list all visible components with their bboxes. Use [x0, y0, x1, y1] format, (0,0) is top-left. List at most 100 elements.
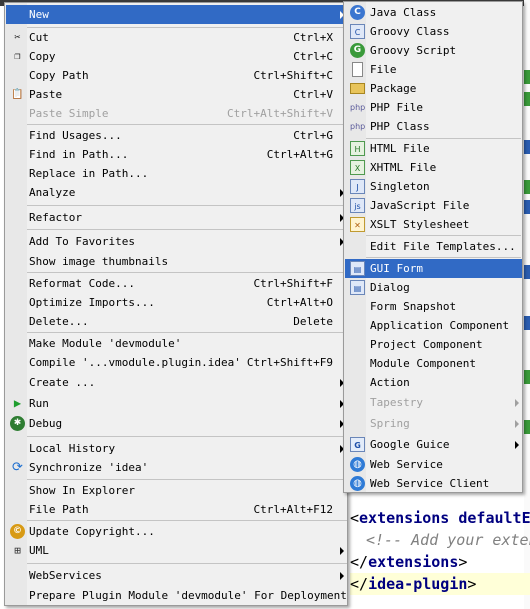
- menu-item-run[interactable]: ▶ Run: [6, 394, 347, 413]
- code-close: >: [467, 575, 477, 593]
- menu-item-create[interactable]: Create ...: [6, 373, 347, 392]
- menu-item-analyze[interactable]: Analyze: [6, 183, 347, 202]
- code-tag: idea-plugin: [368, 575, 468, 593]
- submenu-item-groovy-class[interactable]: C Groovy Class: [345, 22, 522, 41]
- menu-item-optimize-imports[interactable]: Optimize Imports... Ctrl+Alt+O: [6, 293, 347, 312]
- menu-separator: [27, 332, 347, 333]
- menu-item-label: Prepare Plugin Module 'devmodule' For De…: [29, 589, 347, 602]
- menu-item-copy[interactable]: ❐ Copy Ctrl+C: [6, 47, 347, 66]
- menu-item-label: WebServices: [29, 569, 102, 582]
- submenu-item-javascript-file[interactable]: js JavaScript File: [345, 196, 522, 215]
- code-comment: <!-- Add your extensi: [366, 531, 530, 549]
- menu-item-label: Local History: [29, 442, 116, 455]
- menu-separator: [27, 479, 347, 480]
- submenu-item-xslt-stylesheet[interactable]: ✕ XSLT Stylesheet: [345, 215, 522, 234]
- submenu-item-html-file[interactable]: H HTML File: [345, 139, 522, 158]
- submenu-item-spring[interactable]: Spring: [345, 414, 522, 433]
- change-marker: [524, 316, 530, 330]
- menu-item-label: Copy: [29, 50, 56, 63]
- submenu-item-web-service-client[interactable]: ◍ Web Service Client: [345, 474, 522, 493]
- submenu-item-singleton[interactable]: J Singleton: [345, 177, 522, 196]
- menu-separator: [27, 520, 347, 521]
- gui-form-icon: ▤: [350, 261, 365, 276]
- menu-item-new[interactable]: New: [6, 5, 347, 24]
- menu-item-label: Synchronize 'idea': [29, 461, 149, 474]
- menu-item-copy-path[interactable]: Copy Path Ctrl+Shift+C: [6, 66, 347, 85]
- menu-item-label: File: [370, 63, 397, 76]
- xslt-icon: ✕: [350, 217, 365, 232]
- php-class-icon: php: [350, 122, 366, 131]
- menu-item-delete[interactable]: Delete... Delete: [6, 312, 347, 331]
- menu-item-label: Groovy Script: [370, 44, 457, 57]
- scissors-icon: ✂: [14, 32, 21, 43]
- submenu-item-action[interactable]: Action: [345, 373, 522, 392]
- menu-item-show-in-explorer[interactable]: Show In Explorer: [6, 481, 347, 500]
- submenu-item-package[interactable]: Package: [345, 79, 522, 98]
- submenu-item-application-component[interactable]: Application Component: [345, 316, 522, 335]
- menu-item-label: Cut: [29, 31, 49, 44]
- xhtml-file-icon: X: [350, 160, 365, 175]
- groovy-script-icon: G: [350, 43, 365, 58]
- menu-item-label: Singleton: [370, 180, 430, 193]
- submenu-item-groovy-script[interactable]: G Groovy Script: [345, 41, 522, 60]
- menu-item-label: HTML File: [370, 142, 430, 155]
- menu-item-shortcut: Delete: [293, 315, 333, 328]
- menu-item-file-path[interactable]: File Path Ctrl+Alt+F12: [6, 500, 347, 519]
- submenu-item-form-snapshot[interactable]: Form Snapshot: [345, 297, 522, 316]
- menu-separator: [27, 205, 347, 206]
- menu-item-replace-in-path[interactable]: Replace in Path...: [6, 164, 347, 183]
- submenu-arrow-icon: [340, 572, 344, 580]
- change-marker: [524, 180, 530, 194]
- change-marker: [524, 140, 530, 154]
- submenu-item-tapestry[interactable]: Tapestry: [345, 393, 522, 412]
- menu-item-prepare-plugin[interactable]: Prepare Plugin Module 'devmodule' For De…: [6, 586, 347, 605]
- menu-item-label: PHP File: [370, 101, 423, 114]
- menu-item-reformat-code[interactable]: Reformat Code... Ctrl+Shift+F: [6, 274, 347, 293]
- menu-item-cut[interactable]: ✂ Cut Ctrl+X: [6, 28, 347, 47]
- menu-item-synchronize[interactable]: ⟳ Synchronize 'idea': [6, 458, 347, 477]
- menu-item-local-history[interactable]: Local History: [6, 439, 347, 458]
- change-marker: [524, 70, 530, 84]
- menu-item-label: Reformat Code...: [29, 277, 135, 290]
- submenu-arrow-icon: [340, 547, 344, 555]
- menu-item-compile[interactable]: Compile '...vmodule.plugin.idea' Ctrl+Sh…: [6, 353, 347, 372]
- submenu-arrow-icon: [515, 420, 519, 428]
- submenu-item-xhtml-file[interactable]: X XHTML File: [345, 158, 522, 177]
- menu-item-label: XHTML File: [370, 161, 437, 174]
- menu-item-make-module[interactable]: Make Module 'devmodule': [6, 334, 347, 353]
- menu-item-label: Form Snapshot: [370, 300, 457, 313]
- menu-item-update-copyright[interactable]: © Update Copyright...: [6, 522, 347, 541]
- menu-item-paste-simple[interactable]: Paste Simple Ctrl+Alt+Shift+V: [6, 104, 347, 123]
- submenu-item-java-class[interactable]: C Java Class: [345, 3, 522, 22]
- code-tag: extensions defaultEx: [359, 509, 530, 527]
- run-icon: ▶: [13, 396, 22, 410]
- menu-item-find-usages[interactable]: Find Usages... Ctrl+G: [6, 126, 347, 145]
- dialog-icon: ▤: [350, 280, 365, 295]
- submenu-item-file[interactable]: File: [345, 60, 522, 79]
- menu-separator: [27, 124, 347, 125]
- menu-item-refactor[interactable]: Refactor: [6, 208, 347, 227]
- submenu-item-php-class[interactable]: php PHP Class: [345, 117, 522, 136]
- menu-item-label: Google Guice: [370, 438, 450, 451]
- menu-item-label: Replace in Path...: [29, 167, 149, 180]
- submenu-item-module-component[interactable]: Module Component: [345, 354, 522, 373]
- menu-item-shortcut: Ctrl+Shift+C: [253, 69, 333, 82]
- paste-icon: 📋: [11, 89, 24, 100]
- menu-item-paste[interactable]: 📋 Paste Ctrl+V: [6, 85, 347, 104]
- menu-item-find-in-path[interactable]: Find in Path... Ctrl+Alt+G: [6, 145, 347, 164]
- menu-item-show-image-thumbnails[interactable]: Show image thumbnails: [6, 252, 347, 271]
- submenu-item-gui-form[interactable]: ▤ GUI Form: [345, 259, 522, 278]
- code-line: <!-- Add your extensi: [366, 529, 530, 551]
- submenu-item-dialog[interactable]: ▤ Dialog: [345, 278, 522, 297]
- menu-item-shortcut: Ctrl+Shift+F: [253, 277, 333, 290]
- menu-item-debug[interactable]: ✱ Debug: [6, 414, 347, 433]
- submenu-item-web-service[interactable]: ◍ Web Service: [345, 455, 522, 474]
- submenu-item-project-component[interactable]: Project Component: [345, 335, 522, 354]
- submenu-item-edit-file-templates[interactable]: Edit File Templates...: [345, 237, 522, 256]
- php-file-icon: php: [350, 103, 366, 112]
- menu-item-webservices[interactable]: WebServices: [6, 566, 347, 585]
- submenu-item-google-guice[interactable]: G Google Guice: [345, 435, 522, 454]
- menu-item-uml[interactable]: ⊞ UML: [6, 541, 347, 560]
- menu-item-add-to-favorites[interactable]: Add To Favorites: [6, 232, 347, 251]
- submenu-item-php-file[interactable]: php PHP File: [345, 98, 522, 117]
